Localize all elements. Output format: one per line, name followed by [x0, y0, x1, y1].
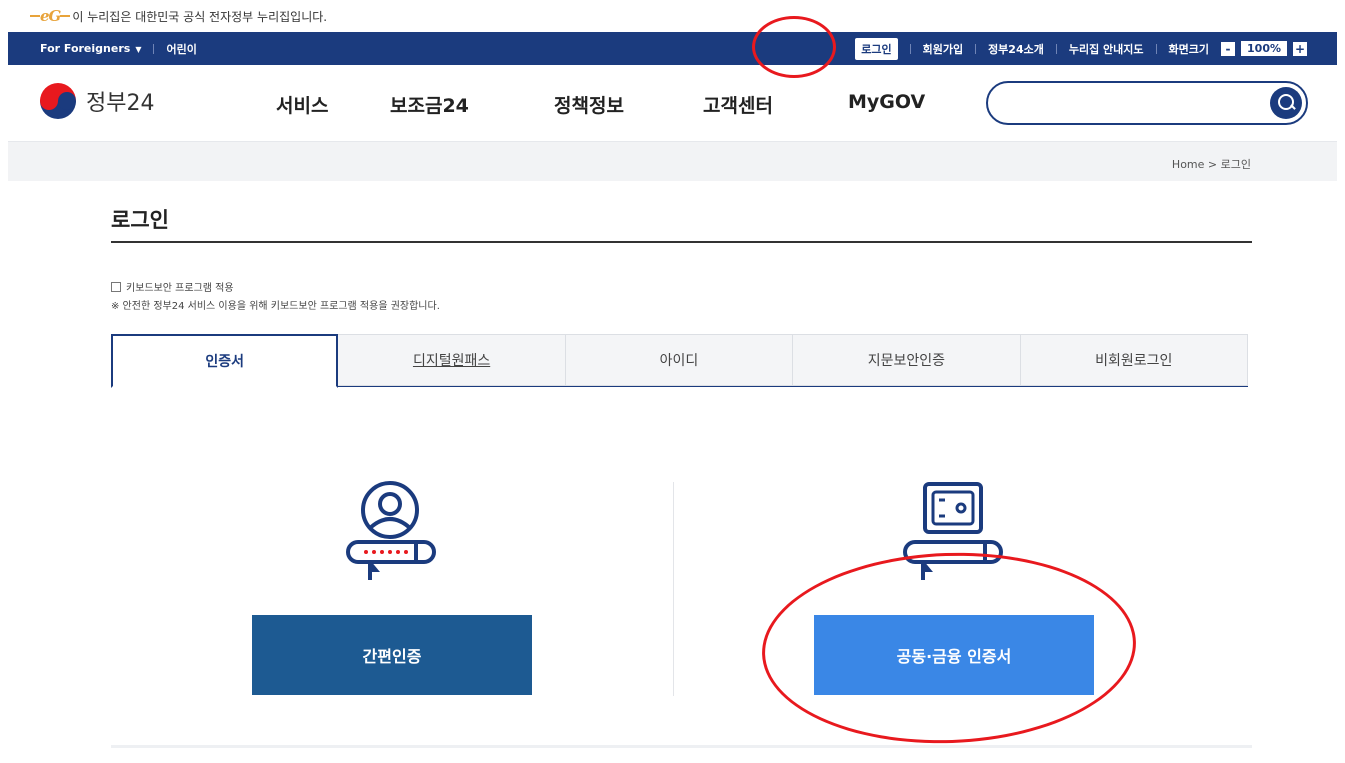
simple-auth-button[interactable]: 간편인증 [252, 615, 532, 695]
zoom-value: 100% [1241, 41, 1287, 56]
eg-logo-icon: eG [29, 7, 71, 25]
nav-services[interactable]: 서비스 [276, 91, 328, 118]
breadcrumb-band: Home > 로그인 [8, 141, 1337, 181]
taeguk-logo-icon [40, 83, 76, 119]
nav-subsidy24[interactable]: 보조금24 [390, 91, 469, 118]
breadcrumb-current: 로그인 [1220, 158, 1251, 171]
nav-mygov[interactable]: MyGOV [848, 91, 925, 113]
search-input[interactable] [986, 81, 1308, 125]
tab-id[interactable]: 아이디 [565, 334, 794, 386]
keyboard-security-label: 키보드보안 프로그램 적용 [126, 283, 234, 294]
sitemap-link[interactable]: 누리집 안내지도 [1069, 41, 1144, 57]
keyboard-security-checkbox[interactable] [111, 281, 121, 292]
kids-link[interactable]: 어린이 [166, 41, 196, 57]
separator [153, 43, 155, 54]
breadcrumb-home[interactable]: Home [1172, 158, 1204, 171]
annotation-circle-cert [758, 546, 1140, 750]
about-link[interactable]: 정부24소개 [988, 41, 1044, 57]
tab-guest-login[interactable]: 비회원로그인 [1020, 334, 1248, 386]
zoom-in-button[interactable]: + [1293, 41, 1307, 56]
bottom-divider [111, 745, 1252, 748]
caret-down-icon: ▼ [135, 45, 142, 54]
panel-divider [673, 482, 674, 696]
simple-auth-icon [330, 480, 450, 590]
annotation-circle-login [752, 16, 836, 78]
nav-policy-info[interactable]: 정책정보 [554, 91, 624, 118]
page-title: 로그인 [111, 208, 169, 232]
main-header: 정부24 서비스 보조금24 정책정보 고객센터 MyGOV [8, 65, 1337, 141]
separator [909, 43, 911, 54]
for-foreigners-dropdown[interactable]: For Foreigners ▼ [40, 42, 141, 55]
tab-fingerprint[interactable]: 지문보안인증 [793, 334, 1021, 386]
title-divider [111, 241, 1252, 243]
keyboard-security-option[interactable]: 키보드보안 프로그램 적용 [111, 279, 234, 294]
screen-size-label: 화면크기 [1168, 42, 1210, 56]
signup-link[interactable]: 회원가입 [923, 41, 963, 57]
gov-notice-text: 이 누리집은 대한민국 공식 전자정부 누리집입니다. [72, 9, 328, 24]
brand-name: 정부24 [86, 91, 155, 116]
separator [975, 43, 977, 54]
separator [1055, 43, 1057, 54]
breadcrumb-separator: > [1207, 158, 1218, 171]
tab-certificate[interactable]: 인증서 [111, 334, 339, 388]
zoom-out-button[interactable]: - [1221, 41, 1236, 56]
nav-customer-center[interactable]: 고객센터 [703, 91, 773, 118]
brand-logo[interactable]: 정부24 [40, 83, 154, 119]
login-method-tabs: 인증서 디지털원패스 아이디 지문보안인증 비회원로그인 [111, 334, 1248, 388]
separator [1155, 43, 1157, 54]
login-link[interactable]: 로그인 [855, 37, 898, 60]
keyboard-security-note: ※ 안전한 정부24 서비스 이용을 위해 키보드보안 프로그램 적용을 권장합… [111, 301, 440, 312]
utility-bar: For Foreigners ▼ 어린이 로그인 회원가입 정부24소개 누리집 … [8, 32, 1337, 65]
tab-digital-onepass[interactable]: 디지털원패스 [338, 334, 566, 386]
search-icon[interactable] [1270, 87, 1302, 119]
gov-notice-bar: eG 이 누리집은 대한민국 공식 전자정부 누리집입니다. [0, 0, 1345, 32]
breadcrumb: Home > 로그인 [1172, 156, 1251, 172]
